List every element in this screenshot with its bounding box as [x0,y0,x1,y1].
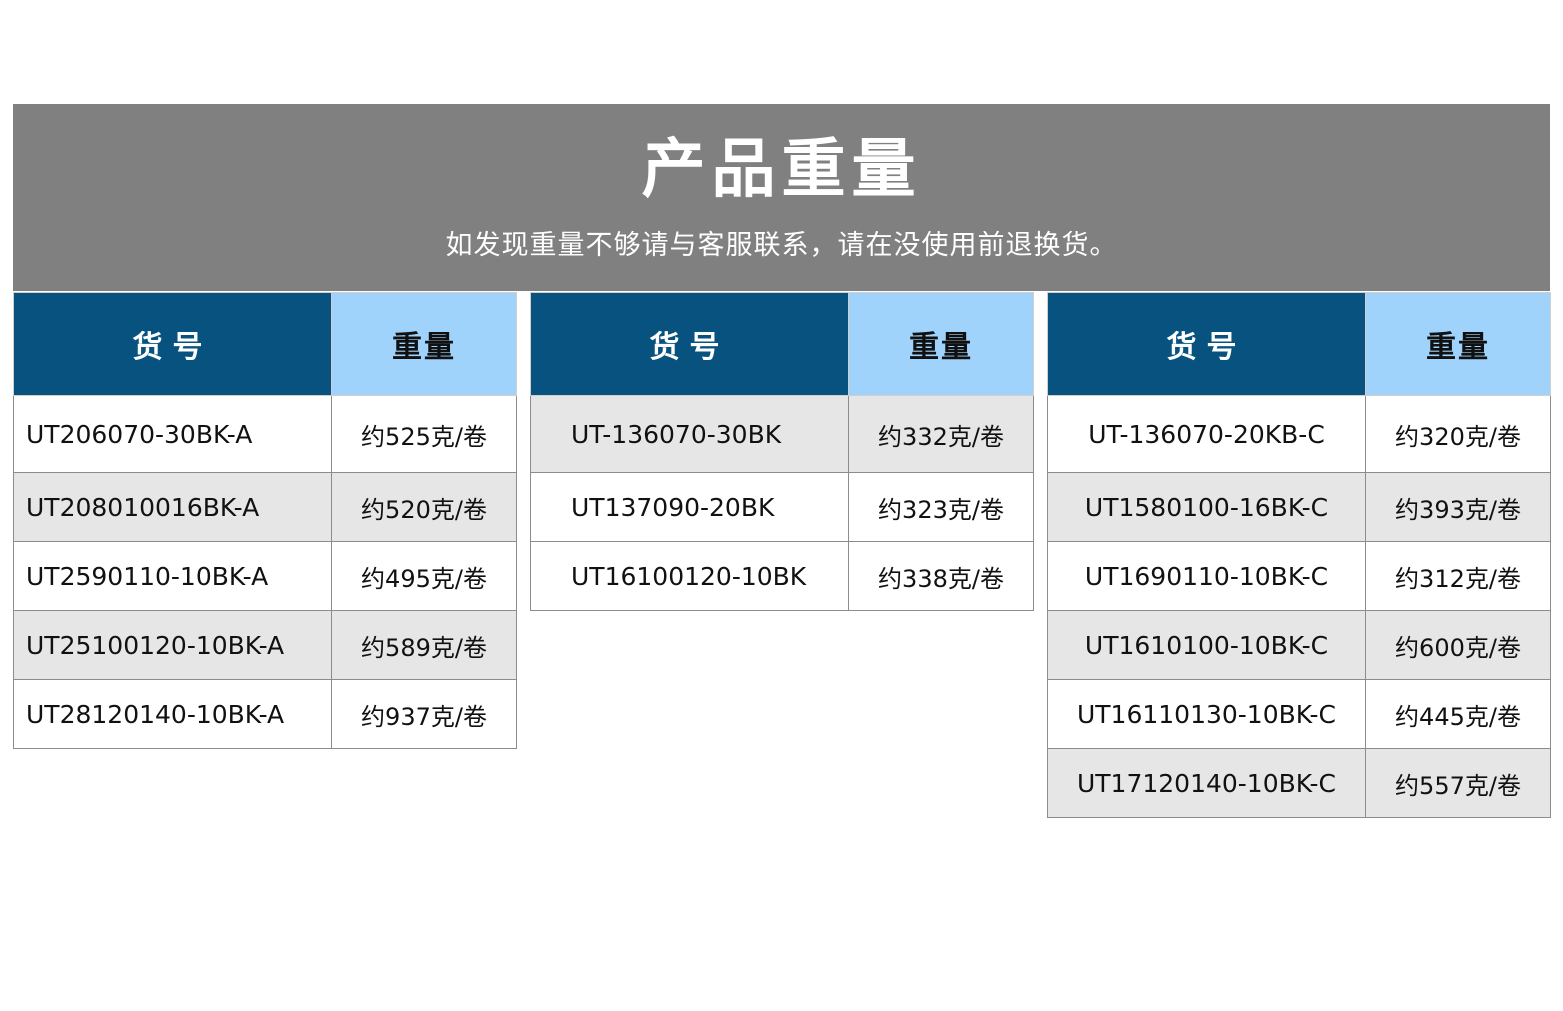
table-row: UT1690110-10BK-C 约312克/卷 [1047,541,1551,611]
item-weight: 约445克/卷 [1365,679,1551,749]
item-id: UT206070-30BK-A [13,395,332,473]
item-id: UT137090-20BK [530,472,849,542]
item-weight: 约323克/卷 [848,472,1034,542]
weight-table-c: 货号 重量 UT-136070-20KB-C 约320克/卷 UT1580100… [1047,292,1551,818]
header-banner: 产品重量 如发现重量不够请与客服联系，请在没使用前退换货。 [13,104,1550,291]
table-row: UT16100120-10BK 约338克/卷 [530,541,1034,611]
table-header-row: 货号 重量 [1047,292,1551,396]
item-weight: 约312克/卷 [1365,541,1551,611]
table-row: UT1610100-10BK-C 约600克/卷 [1047,610,1551,680]
table-row: UT206070-30BK-A 约525克/卷 [13,395,517,473]
page-title: 产品重量 [641,133,922,207]
item-id: UT16100120-10BK [530,541,849,611]
item-id: UT1610100-10BK-C [1047,610,1366,680]
column-header-weight: 重量 [1365,292,1551,396]
item-id: UT-136070-20KB-C [1047,395,1366,473]
item-id: UT1690110-10BK-C [1047,541,1366,611]
table-row: UT-136070-30BK 约332克/卷 [530,395,1034,473]
item-weight: 约320克/卷 [1365,395,1551,473]
table-row: UT208010016BK-A 约520克/卷 [13,472,517,542]
column-header-weight: 重量 [848,292,1034,396]
page-subtitle: 如发现重量不够请与客服联系，请在没使用前退换货。 [445,230,1118,261]
table-row: UT137090-20BK 约323克/卷 [530,472,1034,542]
table-row: UT25100120-10BK-A 约589克/卷 [13,610,517,680]
column-header-weight: 重量 [331,292,517,396]
item-id: UT17120140-10BK-C [1047,748,1366,818]
item-weight: 约332克/卷 [848,395,1034,473]
item-weight: 约495克/卷 [331,541,517,611]
table-row: UT16110130-10BK-C 约445克/卷 [1047,679,1551,749]
item-weight: 约525克/卷 [331,395,517,473]
column-header-id: 货号 [13,292,332,396]
item-id: UT28120140-10BK-A [13,679,332,749]
table-row: UT17120140-10BK-C 约557克/卷 [1047,748,1551,818]
table-row: UT2590110-10BK-A 约495克/卷 [13,541,517,611]
item-id: UT2590110-10BK-A [13,541,332,611]
item-id: UT25100120-10BK-A [13,610,332,680]
column-header-id: 货号 [530,292,849,396]
table-row: UT1580100-16BK-C 约393克/卷 [1047,472,1551,542]
item-id: UT1580100-16BK-C [1047,472,1366,542]
weight-table-b: 货号 重量 UT-136070-30BK 约332克/卷 UT137090-20… [530,292,1034,611]
item-id: UT208010016BK-A [13,472,332,542]
column-header-id: 货号 [1047,292,1366,396]
item-weight: 约937克/卷 [331,679,517,749]
item-id: UT16110130-10BK-C [1047,679,1366,749]
item-id: UT-136070-30BK [530,395,849,473]
item-weight: 约600克/卷 [1365,610,1551,680]
table-row: UT28120140-10BK-A 约937克/卷 [13,679,517,749]
table-row: UT-136070-20KB-C 约320克/卷 [1047,395,1551,473]
weight-table-a: 货号 重量 UT206070-30BK-A 约525克/卷 UT20801001… [13,292,517,749]
table-header-row: 货号 重量 [530,292,1034,396]
item-weight: 约520克/卷 [331,472,517,542]
item-weight: 约393克/卷 [1365,472,1551,542]
item-weight: 约338克/卷 [848,541,1034,611]
table-header-row: 货号 重量 [13,292,517,396]
item-weight: 约557克/卷 [1365,748,1551,818]
item-weight: 约589克/卷 [331,610,517,680]
